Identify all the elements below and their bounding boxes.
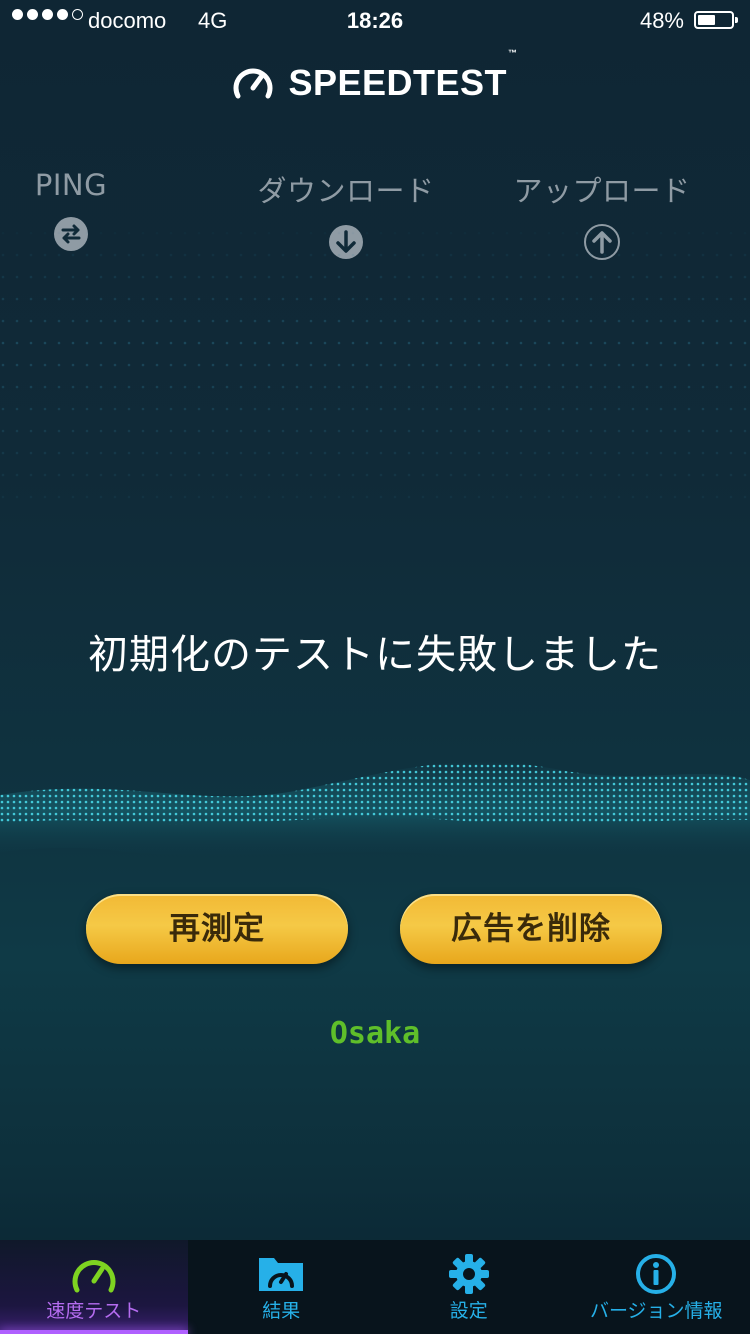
tab-bar: 速度テスト 結果 設定 バージョン情報 xyxy=(0,1240,750,1334)
ping-label: PING xyxy=(34,168,108,202)
error-message: 初期化のテストに失敗しました xyxy=(88,632,662,678)
battery-icon xyxy=(694,11,738,29)
tab-settings[interactable]: 設定 xyxy=(375,1240,563,1334)
tab-label: 速度テスト xyxy=(46,1300,142,1322)
remove-ads-button[interactable]: 広告を削除 xyxy=(400,894,662,964)
background-dots xyxy=(0,230,750,510)
speedtest-logo-icon xyxy=(234,68,273,99)
tab-label: 結果 xyxy=(262,1300,301,1322)
tab-label: バージョン情報 xyxy=(589,1300,723,1322)
tab-label: 設定 xyxy=(449,1300,488,1322)
retest-button[interactable]: 再測定 xyxy=(86,894,348,964)
gear-icon xyxy=(448,1254,489,1294)
server-location[interactable]: Osaka xyxy=(0,1016,750,1051)
results-folder-icon xyxy=(259,1258,304,1291)
status-bar: docomo 4G 18:26 48% xyxy=(0,0,750,40)
download-label: ダウンロード xyxy=(257,174,435,208)
speedometer-icon xyxy=(72,1260,116,1293)
tab-results[interactable]: 結果 xyxy=(188,1240,376,1334)
particle-wave xyxy=(0,761,750,860)
app-title: SPEEDTEST™ xyxy=(288,48,518,103)
status-time: 18:26 xyxy=(346,8,404,33)
tab-speed-test[interactable]: 速度テスト xyxy=(0,1240,188,1334)
tab-about[interactable]: バージョン情報 xyxy=(563,1240,750,1334)
battery-percentage: 48% xyxy=(639,8,684,33)
upload-label: アップロード xyxy=(513,174,691,208)
info-icon xyxy=(636,1254,677,1294)
app-logo: SPEEDTEST™ xyxy=(0,48,750,104)
